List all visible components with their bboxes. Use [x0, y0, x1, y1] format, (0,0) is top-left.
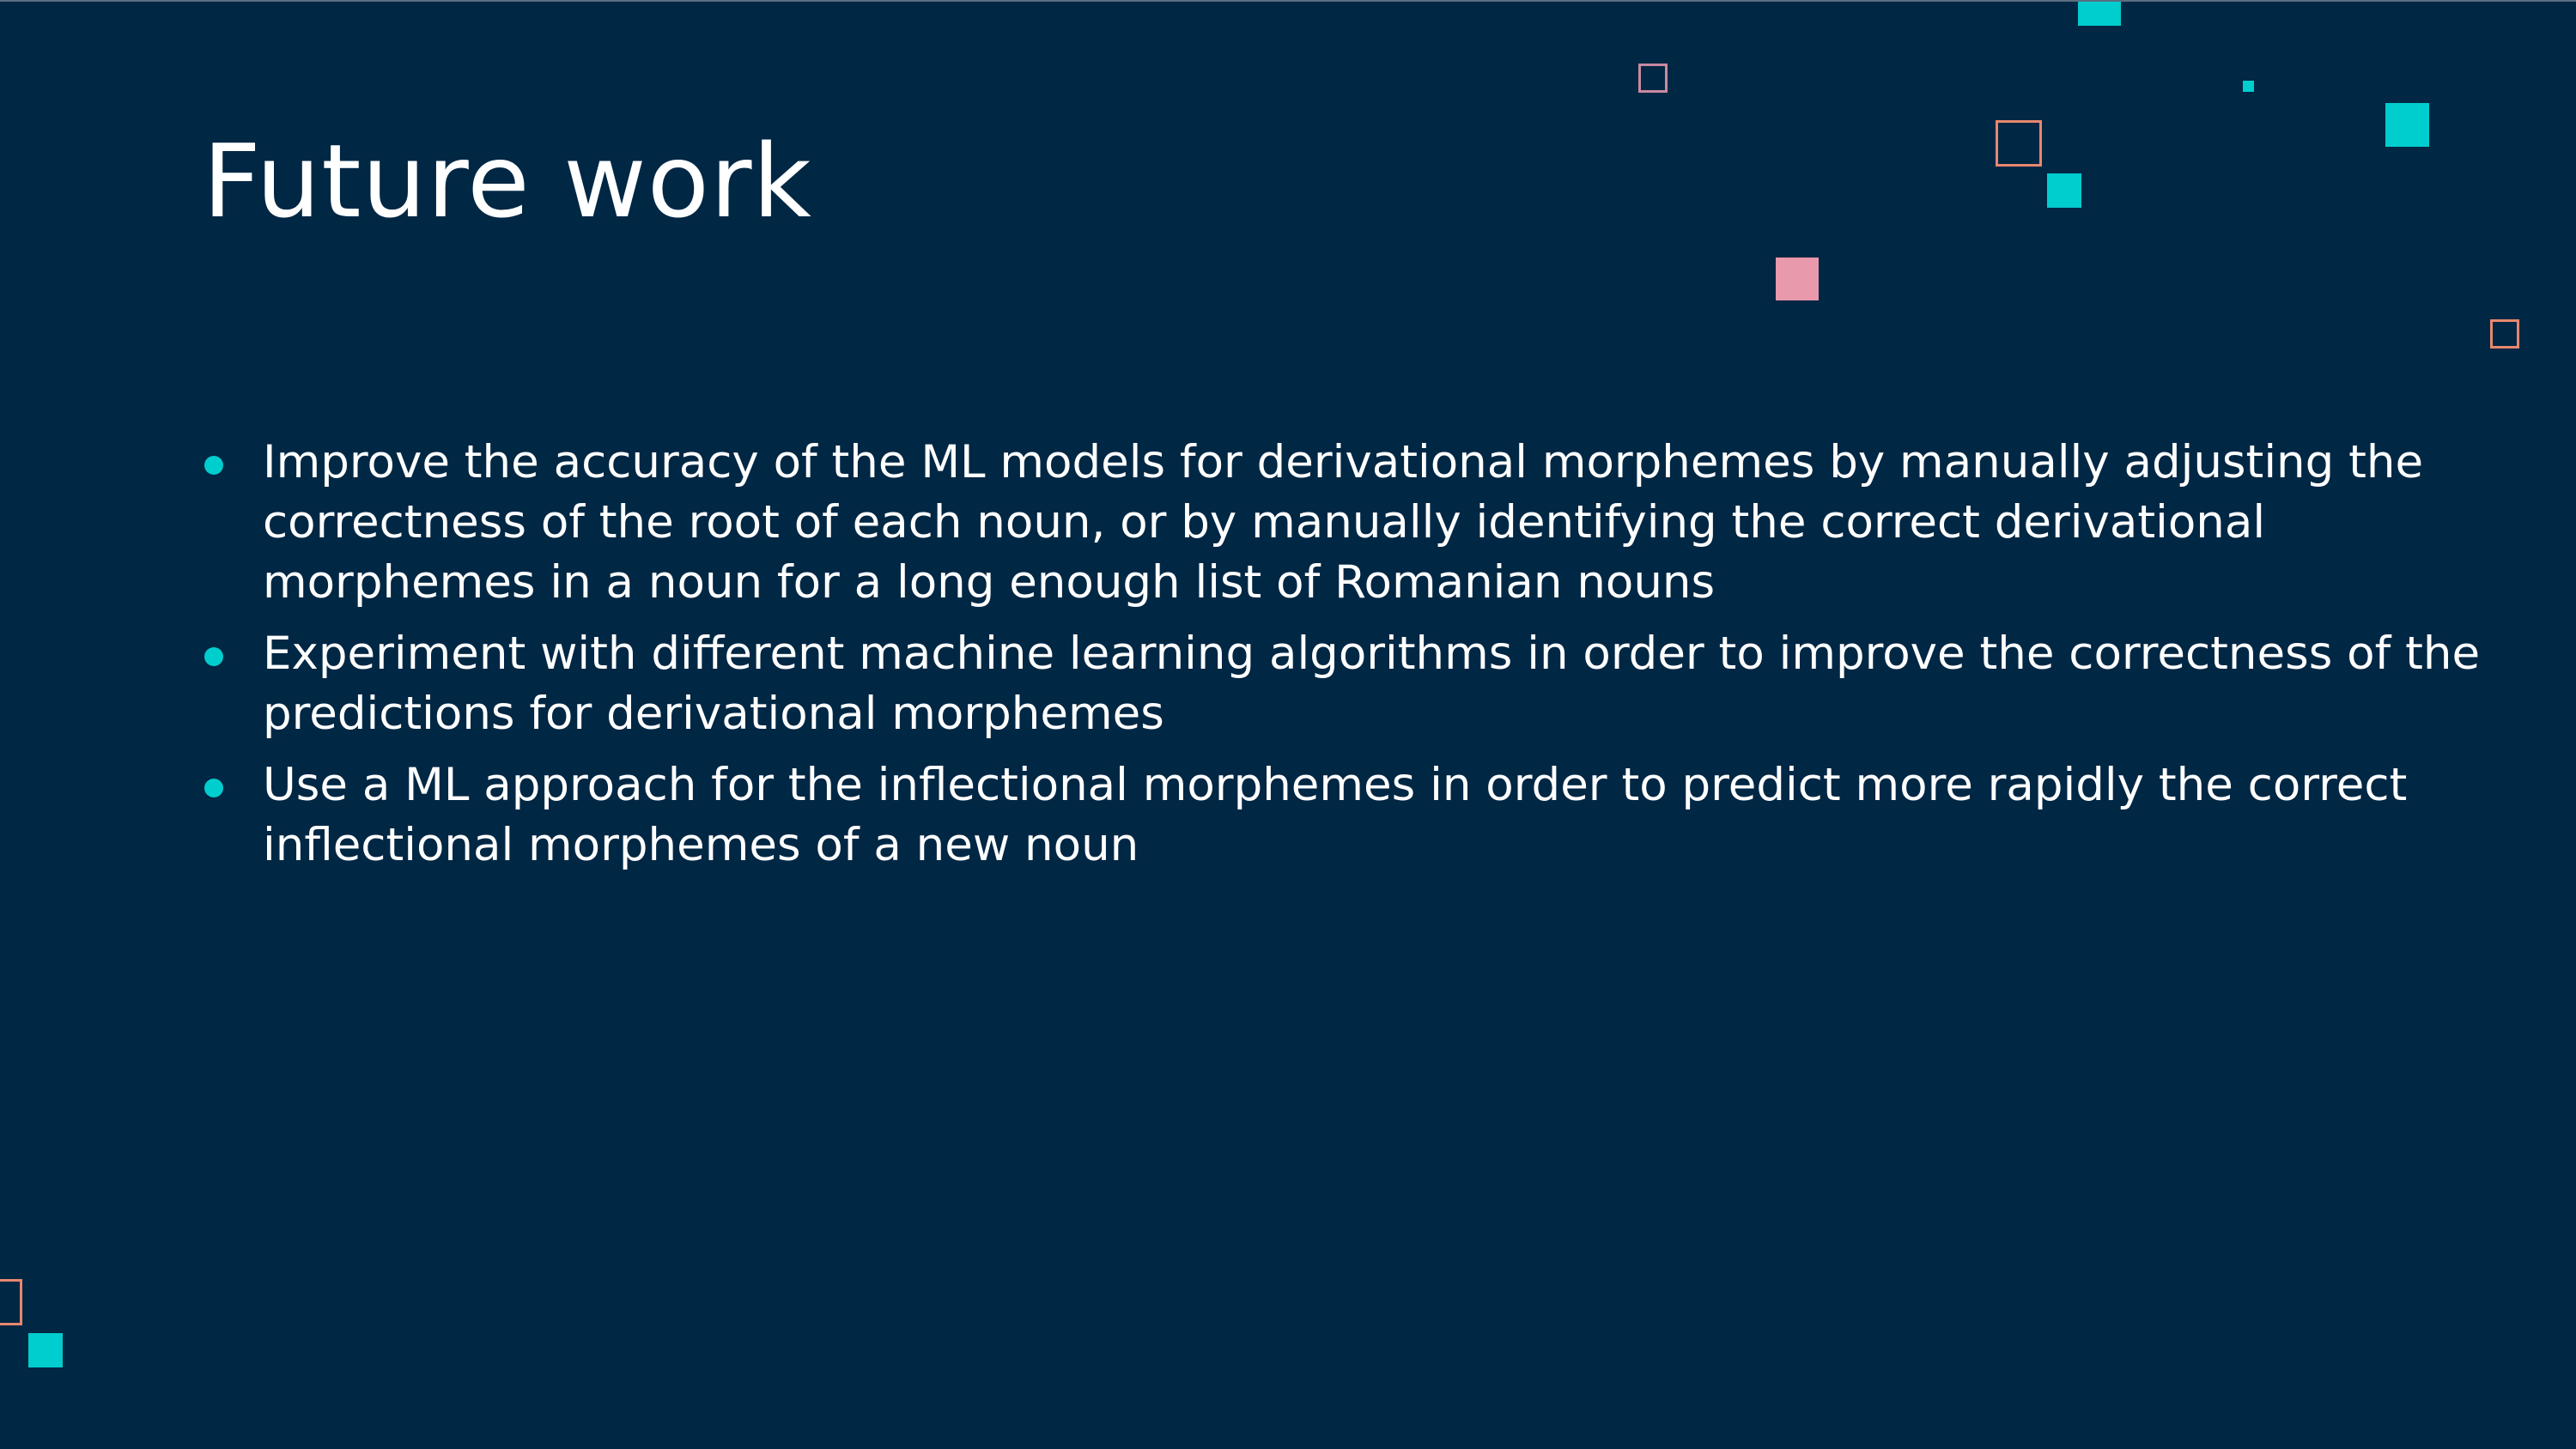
bullet-item: Use a ML approach for the inflectional m… [203, 755, 2521, 876]
slide: Future work Improve the accuracy of the … [0, 0, 2576, 1449]
bullet-text: Experiment with different machine learni… [263, 627, 2481, 740]
square-icon [2078, 2, 2121, 26]
bullet-text: Improve the accuracy of the ML models fo… [263, 436, 2424, 609]
bullet-item: Improve the accuracy of the ML models fo… [203, 433, 2521, 613]
square-icon [1776, 258, 1819, 300]
square-icon [2047, 173, 2081, 208]
bullet-dot-icon [204, 647, 223, 666]
square-icon [28, 1333, 63, 1367]
bullet-text: Use a ML approach for the inflectional m… [263, 759, 2408, 871]
square-icon [2243, 81, 2254, 92]
square-outline-icon [2490, 319, 2519, 349]
bullet-list: Improve the accuracy of the ML models fo… [203, 433, 2521, 887]
square-outline-icon [0, 1279, 22, 1325]
slide-title: Future work [203, 122, 812, 240]
bullet-item: Experiment with different machine learni… [203, 624, 2521, 744]
square-outline-icon [1996, 120, 2042, 167]
bullet-dot-icon [204, 456, 223, 475]
square-icon [2385, 103, 2429, 147]
bullet-dot-icon [204, 779, 223, 797]
square-outline-icon [1638, 64, 1668, 93]
